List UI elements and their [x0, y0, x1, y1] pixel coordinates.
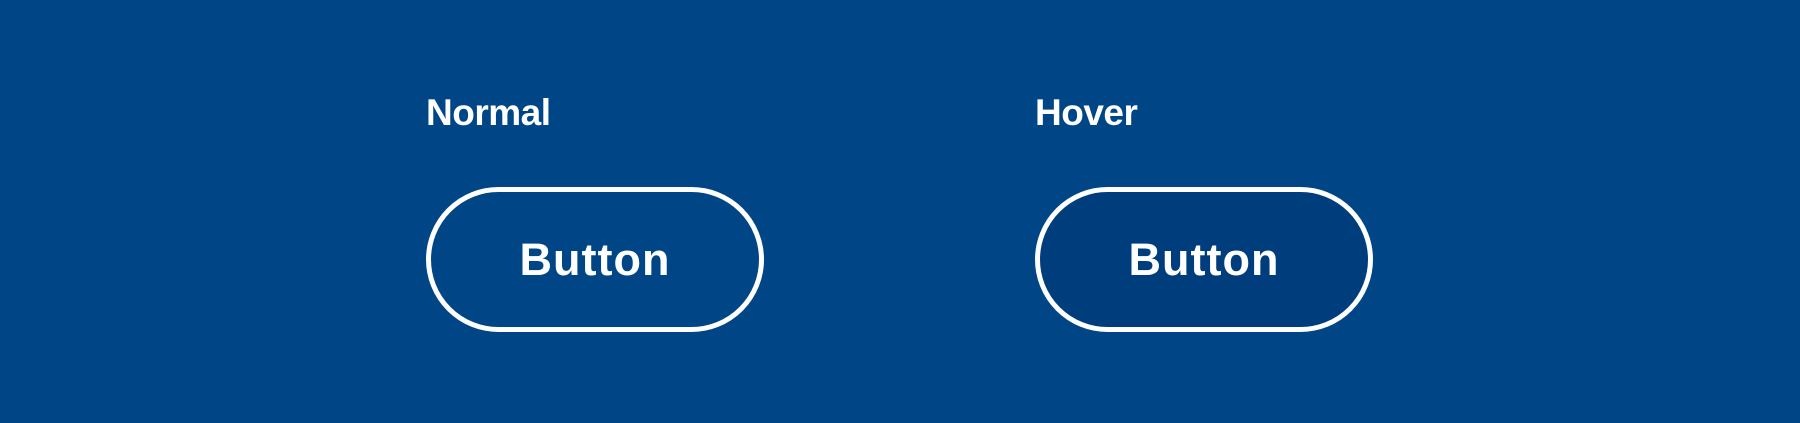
hover-state-label: Hover — [1035, 92, 1138, 133]
button-states-canvas: Normal Button Hover Button — [0, 0, 1800, 423]
normal-state-label: Normal — [426, 92, 551, 133]
hover-state-button[interactable]: Button — [1035, 187, 1373, 332]
normal-state-button[interactable]: Button — [426, 187, 764, 332]
hover-state-example: Hover Button — [1035, 92, 1373, 332]
normal-state-example: Normal Button — [426, 92, 764, 332]
